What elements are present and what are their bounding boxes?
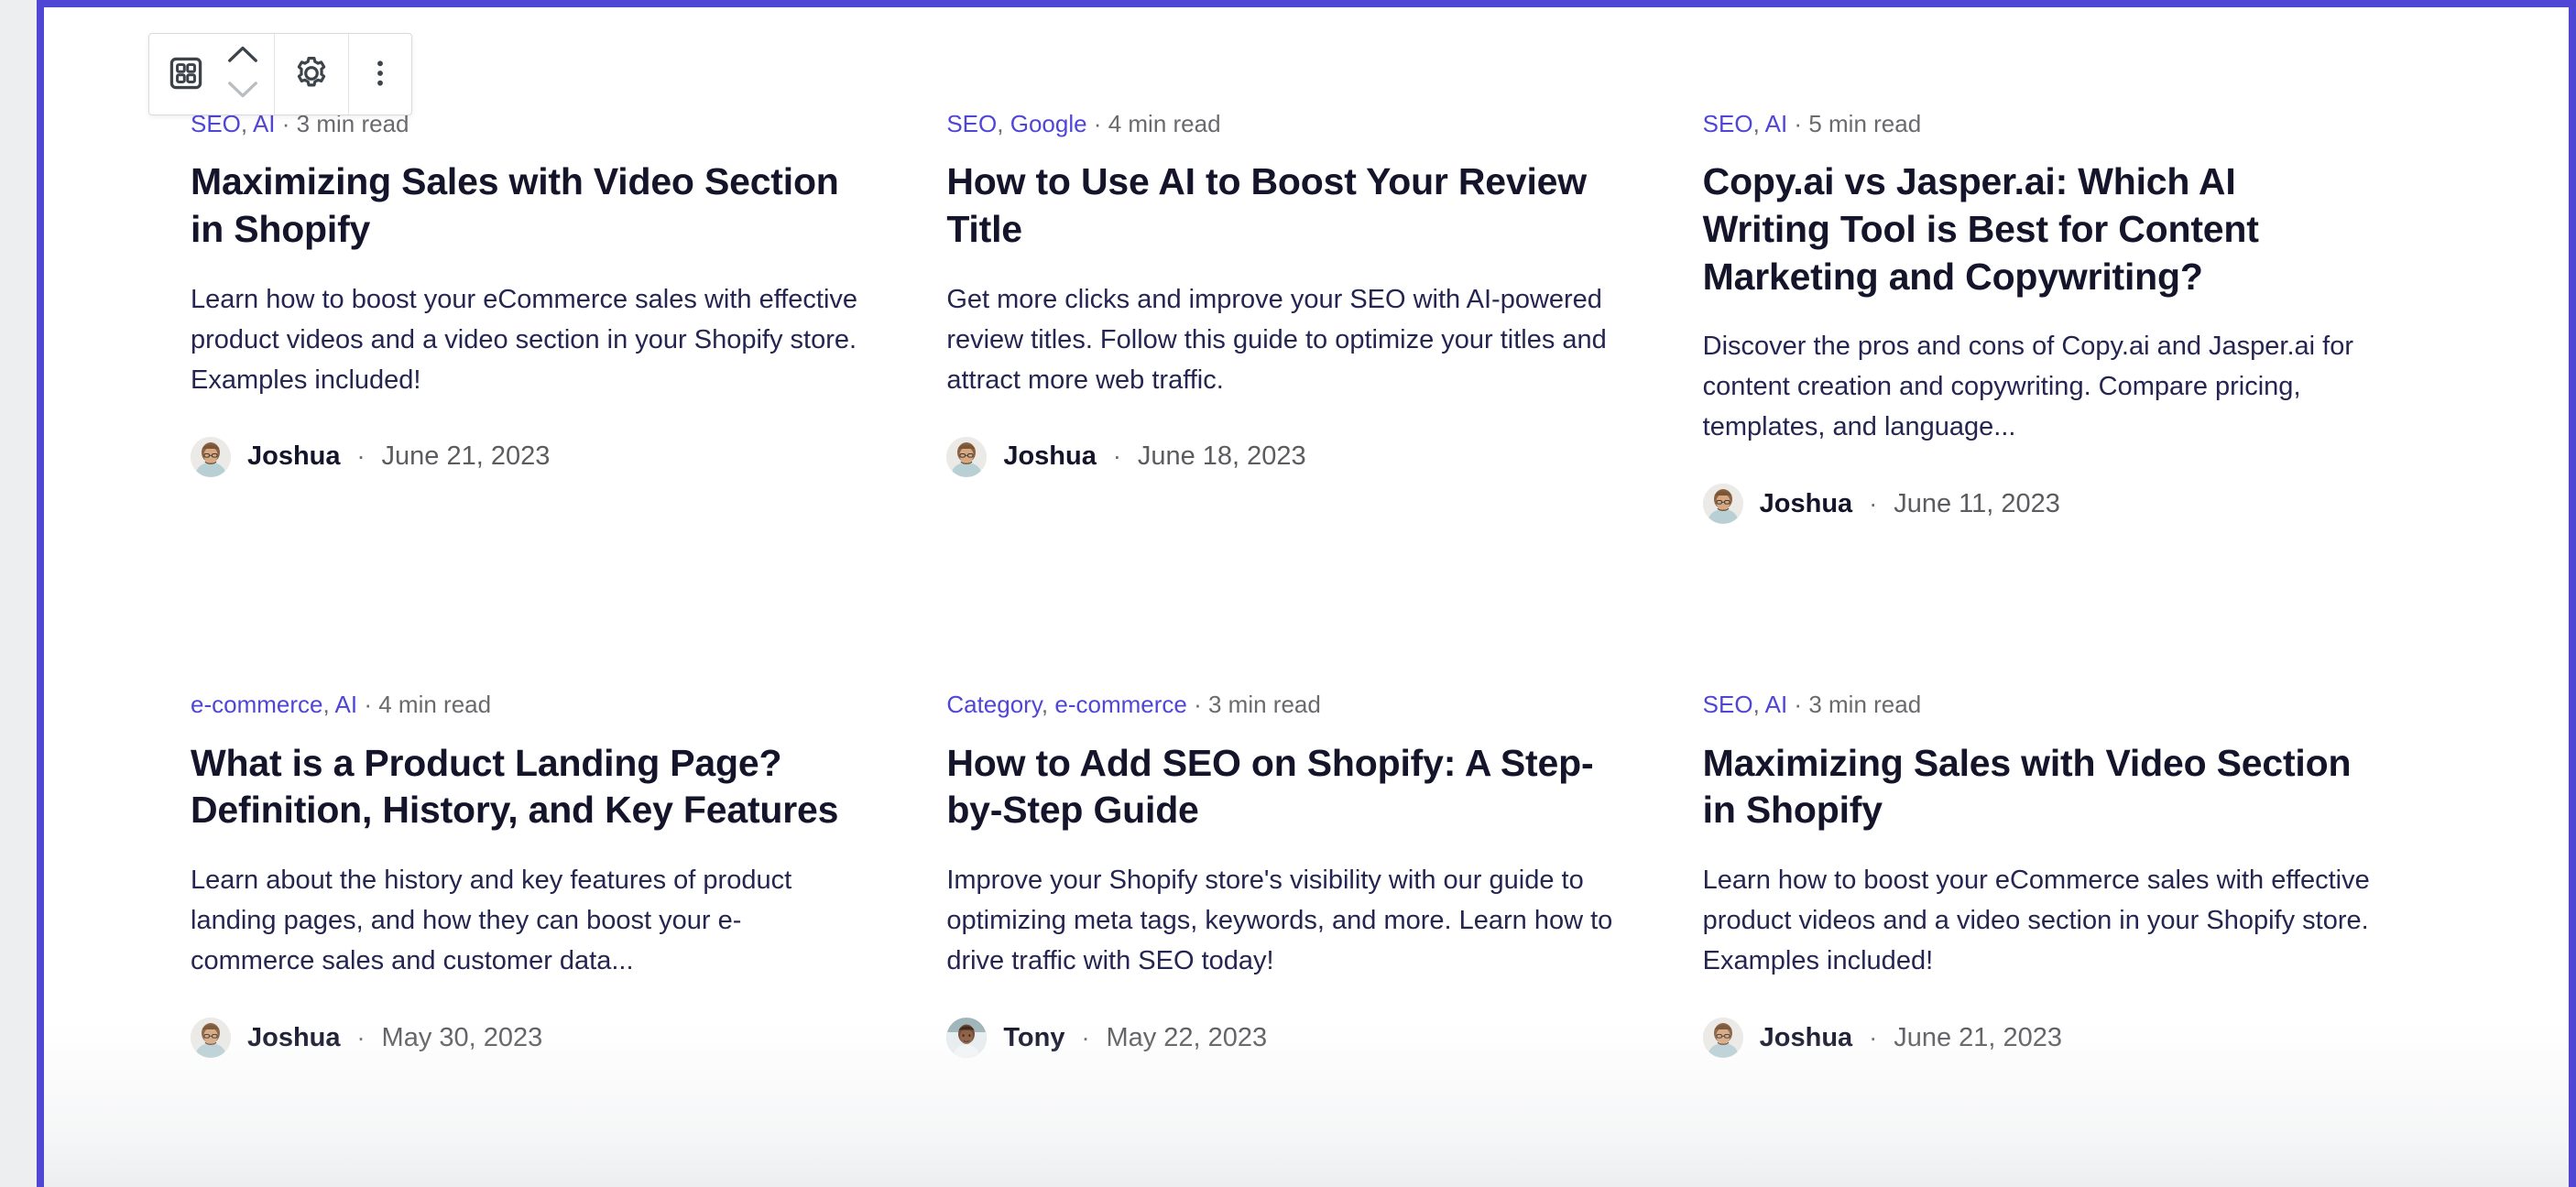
tag-comma: , bbox=[997, 110, 1004, 137]
post-meta: e-commerce, AI · 4 min read bbox=[191, 691, 858, 719]
post-title[interactable]: Copy.ai vs Jasper.ai: Which AI Writing T… bbox=[1703, 158, 2371, 300]
post-tag-link[interactable]: SEO bbox=[946, 110, 997, 137]
meta-separator: · bbox=[1794, 110, 1803, 137]
meta-separator: · bbox=[1093, 110, 1102, 137]
post-byline: Tony · May 22, 2023 bbox=[946, 1018, 1614, 1059]
grid-blocks-icon-button[interactable] bbox=[155, 34, 217, 114]
post-tag-link[interactable]: AI bbox=[335, 691, 358, 718]
block-mover bbox=[217, 34, 268, 114]
post-meta: SEO, AI · 3 min read bbox=[1703, 691, 2371, 719]
post-excerpt: Learn about the history and key features… bbox=[191, 865, 792, 976]
post-date: June 21, 2023 bbox=[381, 441, 551, 472]
post-read-time: 5 min read bbox=[1808, 110, 1922, 137]
joshua-avatar bbox=[191, 1018, 231, 1059]
post-read-time: 3 min read bbox=[1808, 691, 1922, 719]
meta-separator: · bbox=[1794, 691, 1803, 719]
three-dots-vertical-icon bbox=[364, 55, 397, 94]
tag-comma: , bbox=[1041, 691, 1049, 719]
chevron-down-icon[interactable] bbox=[226, 81, 259, 103]
tag-comma: , bbox=[322, 691, 330, 719]
post-read-time: 4 min read bbox=[1108, 110, 1221, 137]
post-tag-link[interactable]: Google bbox=[1010, 110, 1087, 137]
post-date: June 11, 2023 bbox=[1894, 488, 2060, 518]
post-title[interactable]: How to Use AI to Boost Your Review Title bbox=[946, 158, 1614, 253]
toolbar-group-options bbox=[349, 34, 411, 114]
byline-separator: · bbox=[1869, 489, 1878, 517]
joshua-avatar bbox=[1702, 1018, 1743, 1059]
post-excerpt: Learn how to boost your eCommerce sales … bbox=[1702, 865, 2370, 976]
toolbar-group-settings bbox=[275, 34, 349, 114]
post-read-time: 4 min read bbox=[378, 691, 492, 719]
chevron-up-icon[interactable] bbox=[226, 45, 259, 68]
meta-separator: · bbox=[364, 691, 372, 719]
post-excerpt: Learn how to boost your eCommerce sales … bbox=[191, 284, 858, 395]
post-meta: SEO, Google · 4 min read bbox=[946, 110, 1614, 138]
tag-comma: , bbox=[1752, 691, 1760, 719]
post-tag-link[interactable]: e-commerce bbox=[1054, 691, 1186, 718]
post-date: May 22, 2023 bbox=[1106, 1022, 1268, 1052]
post-tag-link[interactable]: AI bbox=[1765, 691, 1788, 718]
post-excerpt: Improve your Shopify store's visibility … bbox=[946, 865, 1613, 976]
post-author[interactable]: Joshua bbox=[247, 1023, 341, 1053]
post-read-time: 3 min read bbox=[1208, 691, 1321, 719]
post-title[interactable]: What is a Product Landing Page? Definiti… bbox=[191, 740, 858, 834]
tony-avatar bbox=[946, 1018, 988, 1059]
post-grid: SEO, AI · 3 min read Maximizing Sales wi… bbox=[44, 7, 2569, 1116]
post-title[interactable]: Maximizing Sales with Video Section in S… bbox=[1703, 740, 2371, 834]
tag-comma: , bbox=[1752, 110, 1760, 137]
post-author[interactable]: Joshua bbox=[247, 441, 341, 472]
post-excerpt: Discover the pros and cons of Copy.ai an… bbox=[1702, 332, 2354, 442]
post-meta: Category, e-commerce · 3 min read bbox=[946, 691, 1614, 719]
post-title[interactable]: Maximizing Sales with Video Section in S… bbox=[191, 158, 858, 253]
post-tag-link[interactable]: e-commerce bbox=[191, 691, 322, 718]
post-title[interactable]: How to Add SEO on Shopify: A Step-by-Ste… bbox=[946, 740, 1614, 834]
byline-separator: · bbox=[1081, 1023, 1090, 1051]
post-tag-link[interactable]: SEO bbox=[1703, 691, 1753, 718]
post-tag-link[interactable]: Category bbox=[946, 691, 1042, 718]
post-card[interactable]: SEO, Google · 4 min read How to Use AI t… bbox=[946, 110, 1702, 583]
post-tag-link[interactable]: AI bbox=[1765, 110, 1788, 137]
byline-separator: · bbox=[356, 442, 366, 471]
post-date: June 21, 2023 bbox=[1894, 1022, 2063, 1052]
post-byline: Joshua · June 18, 2023 bbox=[946, 436, 1614, 477]
post-card[interactable]: SEO, AI · 5 min read Copy.ai vs Jasper.a… bbox=[1702, 110, 2459, 583]
byline-separator: · bbox=[1112, 442, 1121, 471]
toolbar-group-block bbox=[149, 34, 275, 114]
post-date: May 30, 2023 bbox=[381, 1022, 543, 1052]
post-byline: Joshua · June 21, 2023 bbox=[1702, 1018, 2371, 1059]
post-author[interactable]: Joshua bbox=[1003, 441, 1097, 472]
post-excerpt: Get more clicks and improve your SEO wit… bbox=[946, 284, 1607, 395]
post-byline: Joshua · June 21, 2023 bbox=[191, 436, 858, 477]
joshua-avatar bbox=[191, 436, 231, 477]
post-card[interactable]: SEO, AI · 3 min read Maximizing Sales wi… bbox=[191, 110, 946, 583]
block-toolbar bbox=[148, 33, 412, 115]
gear-icon-button[interactable] bbox=[280, 34, 343, 114]
selected-query-loop-block[interactable]: SEO, AI · 3 min read Maximizing Sales wi… bbox=[44, 7, 2569, 1187]
post-author[interactable]: Tony bbox=[1003, 1023, 1064, 1053]
three-dots-vertical-icon-button[interactable] bbox=[355, 34, 406, 114]
post-byline: Joshua · May 30, 2023 bbox=[191, 1018, 858, 1059]
meta-separator: · bbox=[1194, 691, 1202, 719]
joshua-avatar bbox=[946, 436, 988, 477]
byline-separator: · bbox=[356, 1023, 366, 1051]
joshua-avatar bbox=[1702, 484, 1743, 525]
post-meta: SEO, AI · 5 min read bbox=[1703, 110, 2371, 138]
post-date: June 18, 2023 bbox=[1137, 441, 1306, 472]
byline-separator: · bbox=[1869, 1023, 1878, 1051]
post-byline: Joshua · June 11, 2023 bbox=[1702, 484, 2371, 525]
post-author[interactable]: Joshua bbox=[1760, 1023, 1853, 1053]
post-tag-link[interactable]: SEO bbox=[1703, 110, 1753, 137]
post-card[interactable]: Category, e-commerce · 3 min read How to… bbox=[946, 583, 1702, 1116]
gear-icon bbox=[292, 54, 331, 95]
post-card[interactable]: e-commerce, AI · 4 min read What is a Pr… bbox=[191, 583, 946, 1116]
post-card[interactable]: SEO, AI · 3 min read Maximizing Sales wi… bbox=[1702, 583, 2459, 1116]
post-author[interactable]: Joshua bbox=[1760, 489, 1853, 519]
grid-blocks-icon bbox=[167, 54, 205, 95]
